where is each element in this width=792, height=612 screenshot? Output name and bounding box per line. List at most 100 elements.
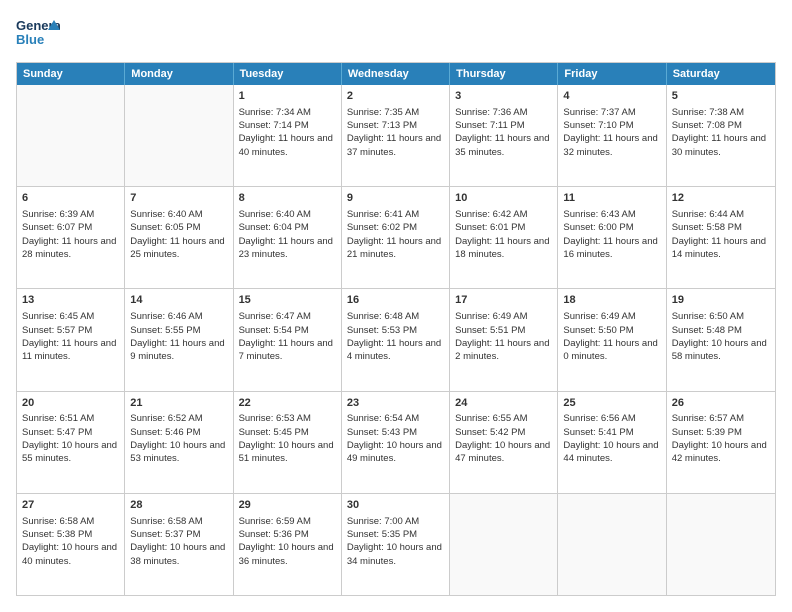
day-number-14: 14	[130, 293, 227, 308]
calendar-day-13: 13 Sunrise: 6:45 AM Sunset: 5:57 PM Dayli…	[17, 289, 125, 390]
calendar-day-11: 11Sunrise: 6:43 AM Sunset: 6:00 PM Dayli…	[558, 187, 666, 288]
day-details-16: Sunrise: 6:48 AM Sunset: 5:53 PM Dayligh…	[347, 310, 444, 363]
calendar-day-30: 30 Sunrise: 7:00 AM Sunset: 5:35 PM Dayli…	[342, 494, 450, 595]
calendar-day-5: 5 Sunrise: 7:38 AM Sunset: 7:08 PM Daylig…	[667, 85, 775, 186]
day-number-16: 16	[347, 293, 444, 308]
calendar-day-6: 6 Sunrise: 6:39 AM Sunset: 6:07 PM Daylig…	[17, 187, 125, 288]
calendar-day-25: 25Sunrise: 6:56 AM Sunset: 5:41 PM Dayli…	[558, 392, 666, 493]
day-details-18: Sunrise: 6:49 AM Sunset: 5:50 PM Dayligh…	[563, 310, 660, 363]
header-day-wednesday: Wednesday	[342, 63, 450, 85]
day-number-17: 17	[455, 293, 552, 308]
day-number-24: 24	[455, 396, 552, 411]
day-details-27: Sunrise: 6:58 AM Sunset: 5:38 PM Dayligh…	[22, 515, 119, 568]
day-number-23: 23	[347, 396, 444, 411]
day-details-15: Sunrise: 6:47 AM Sunset: 5:54 PM Dayligh…	[239, 310, 336, 363]
day-number-25: 25	[563, 396, 660, 411]
header-day-tuesday: Tuesday	[234, 63, 342, 85]
calendar-week-3: 13 Sunrise: 6:45 AM Sunset: 5:57 PM Dayli…	[17, 288, 775, 390]
calendar-day-9: 9Sunrise: 6:41 AM Sunset: 6:02 PM Daylig…	[342, 187, 450, 288]
day-number-13: 13	[22, 293, 119, 308]
day-number-4: 4	[563, 89, 660, 104]
calendar-day-21: 21Sunrise: 6:52 AM Sunset: 5:46 PM Dayli…	[125, 392, 233, 493]
header-day-monday: Monday	[125, 63, 233, 85]
day-details-24: Sunrise: 6:55 AM Sunset: 5:42 PM Dayligh…	[455, 412, 552, 465]
calendar-header: SundayMondayTuesdayWednesdayThursdayFrid…	[17, 63, 775, 85]
calendar-week-4: 20Sunrise: 6:51 AM Sunset: 5:47 PM Dayli…	[17, 391, 775, 493]
day-details-26: Sunrise: 6:57 AM Sunset: 5:39 PM Dayligh…	[672, 412, 770, 465]
svg-text:Blue: Blue	[16, 32, 44, 47]
day-details-13: Sunrise: 6:45 AM Sunset: 5:57 PM Dayligh…	[22, 310, 119, 363]
day-details-5: Sunrise: 7:38 AM Sunset: 7:08 PM Dayligh…	[672, 106, 770, 159]
day-number-5: 5	[672, 89, 770, 104]
day-number-15: 15	[239, 293, 336, 308]
day-number-26: 26	[672, 396, 770, 411]
day-details-19: Sunrise: 6:50 AM Sunset: 5:48 PM Dayligh…	[672, 310, 770, 363]
day-details-29: Sunrise: 6:59 AM Sunset: 5:36 PM Dayligh…	[239, 515, 336, 568]
day-details-8: Sunrise: 6:40 AM Sunset: 6:04 PM Dayligh…	[239, 208, 336, 261]
calendar-day-1: 1 Sunrise: 7:34 AM Sunset: 7:14 PM Daylig…	[234, 85, 342, 186]
calendar-day-empty	[450, 494, 558, 595]
day-number-27: 27	[22, 498, 119, 513]
day-number-29: 29	[239, 498, 336, 513]
day-details-4: Sunrise: 7:37 AM Sunset: 7:10 PM Dayligh…	[563, 106, 660, 159]
calendar-day-20: 20Sunrise: 6:51 AM Sunset: 5:47 PM Dayli…	[17, 392, 125, 493]
calendar-day-24: 24Sunrise: 6:55 AM Sunset: 5:42 PM Dayli…	[450, 392, 558, 493]
day-number-1: 1	[239, 89, 336, 104]
day-number-7: 7	[130, 191, 227, 206]
day-number-8: 8	[239, 191, 336, 206]
calendar-day-empty	[558, 494, 666, 595]
day-details-2: Sunrise: 7:35 AM Sunset: 7:13 PM Dayligh…	[347, 106, 444, 159]
day-details-21: Sunrise: 6:52 AM Sunset: 5:46 PM Dayligh…	[130, 412, 227, 465]
calendar-day-15: 15 Sunrise: 6:47 AM Sunset: 5:54 PM Dayli…	[234, 289, 342, 390]
day-details-11: Sunrise: 6:43 AM Sunset: 6:00 PM Dayligh…	[563, 208, 660, 261]
calendar-day-4: 4 Sunrise: 7:37 AM Sunset: 7:10 PM Daylig…	[558, 85, 666, 186]
calendar-week-2: 6 Sunrise: 6:39 AM Sunset: 6:07 PM Daylig…	[17, 186, 775, 288]
day-number-30: 30	[347, 498, 444, 513]
calendar-day-29: 29 Sunrise: 6:59 AM Sunset: 5:36 PM Dayli…	[234, 494, 342, 595]
header-day-thursday: Thursday	[450, 63, 558, 85]
day-details-1: Sunrise: 7:34 AM Sunset: 7:14 PM Dayligh…	[239, 106, 336, 159]
day-details-9: Sunrise: 6:41 AM Sunset: 6:02 PM Dayligh…	[347, 208, 444, 261]
day-details-6: Sunrise: 6:39 AM Sunset: 6:07 PM Dayligh…	[22, 208, 119, 261]
calendar-day-12: 12Sunrise: 6:44 AM Sunset: 5:58 PM Dayli…	[667, 187, 775, 288]
day-details-23: Sunrise: 6:54 AM Sunset: 5:43 PM Dayligh…	[347, 412, 444, 465]
header: General Blue	[16, 16, 776, 52]
calendar-week-5: 27 Sunrise: 6:58 AM Sunset: 5:38 PM Dayli…	[17, 493, 775, 595]
calendar-day-10: 10Sunrise: 6:42 AM Sunset: 6:01 PM Dayli…	[450, 187, 558, 288]
day-details-3: Sunrise: 7:36 AM Sunset: 7:11 PM Dayligh…	[455, 106, 552, 159]
day-details-25: Sunrise: 6:56 AM Sunset: 5:41 PM Dayligh…	[563, 412, 660, 465]
day-number-28: 28	[130, 498, 227, 513]
day-details-14: Sunrise: 6:46 AM Sunset: 5:55 PM Dayligh…	[130, 310, 227, 363]
day-number-6: 6	[22, 191, 119, 206]
day-number-18: 18	[563, 293, 660, 308]
calendar-day-16: 16 Sunrise: 6:48 AM Sunset: 5:53 PM Dayli…	[342, 289, 450, 390]
logo: General Blue	[16, 16, 60, 52]
calendar-day-empty	[17, 85, 125, 186]
day-details-30: Sunrise: 7:00 AM Sunset: 5:35 PM Dayligh…	[347, 515, 444, 568]
calendar-day-18: 18 Sunrise: 6:49 AM Sunset: 5:50 PM Dayli…	[558, 289, 666, 390]
calendar-day-19: 19Sunrise: 6:50 AM Sunset: 5:48 PM Dayli…	[667, 289, 775, 390]
day-details-7: Sunrise: 6:40 AM Sunset: 6:05 PM Dayligh…	[130, 208, 227, 261]
calendar-day-empty	[125, 85, 233, 186]
calendar-week-1: 1 Sunrise: 7:34 AM Sunset: 7:14 PM Daylig…	[17, 85, 775, 186]
day-number-2: 2	[347, 89, 444, 104]
day-details-17: Sunrise: 6:49 AM Sunset: 5:51 PM Dayligh…	[455, 310, 552, 363]
calendar-day-2: 2 Sunrise: 7:35 AM Sunset: 7:13 PM Daylig…	[342, 85, 450, 186]
calendar-day-26: 26Sunrise: 6:57 AM Sunset: 5:39 PM Dayli…	[667, 392, 775, 493]
calendar-day-14: 14 Sunrise: 6:46 AM Sunset: 5:55 PM Dayli…	[125, 289, 233, 390]
calendar-day-28: 28 Sunrise: 6:58 AM Sunset: 5:37 PM Dayli…	[125, 494, 233, 595]
calendar-day-empty	[667, 494, 775, 595]
calendar: SundayMondayTuesdayWednesdayThursdayFrid…	[16, 62, 776, 596]
calendar-day-8: 8 Sunrise: 6:40 AM Sunset: 6:04 PM Daylig…	[234, 187, 342, 288]
calendar-day-7: 7 Sunrise: 6:40 AM Sunset: 6:05 PM Daylig…	[125, 187, 233, 288]
day-details-20: Sunrise: 6:51 AM Sunset: 5:47 PM Dayligh…	[22, 412, 119, 465]
header-day-saturday: Saturday	[667, 63, 775, 85]
calendar-day-27: 27 Sunrise: 6:58 AM Sunset: 5:38 PM Dayli…	[17, 494, 125, 595]
calendar-day-3: 3Sunrise: 7:36 AM Sunset: 7:11 PM Daylig…	[450, 85, 558, 186]
day-details-22: Sunrise: 6:53 AM Sunset: 5:45 PM Dayligh…	[239, 412, 336, 465]
day-details-28: Sunrise: 6:58 AM Sunset: 5:37 PM Dayligh…	[130, 515, 227, 568]
calendar-day-17: 17 Sunrise: 6:49 AM Sunset: 5:51 PM Dayli…	[450, 289, 558, 390]
page: General Blue SundayMondayTuesdayWednesda…	[0, 0, 792, 612]
calendar-day-23: 23Sunrise: 6:54 AM Sunset: 5:43 PM Dayli…	[342, 392, 450, 493]
header-day-friday: Friday	[558, 63, 666, 85]
